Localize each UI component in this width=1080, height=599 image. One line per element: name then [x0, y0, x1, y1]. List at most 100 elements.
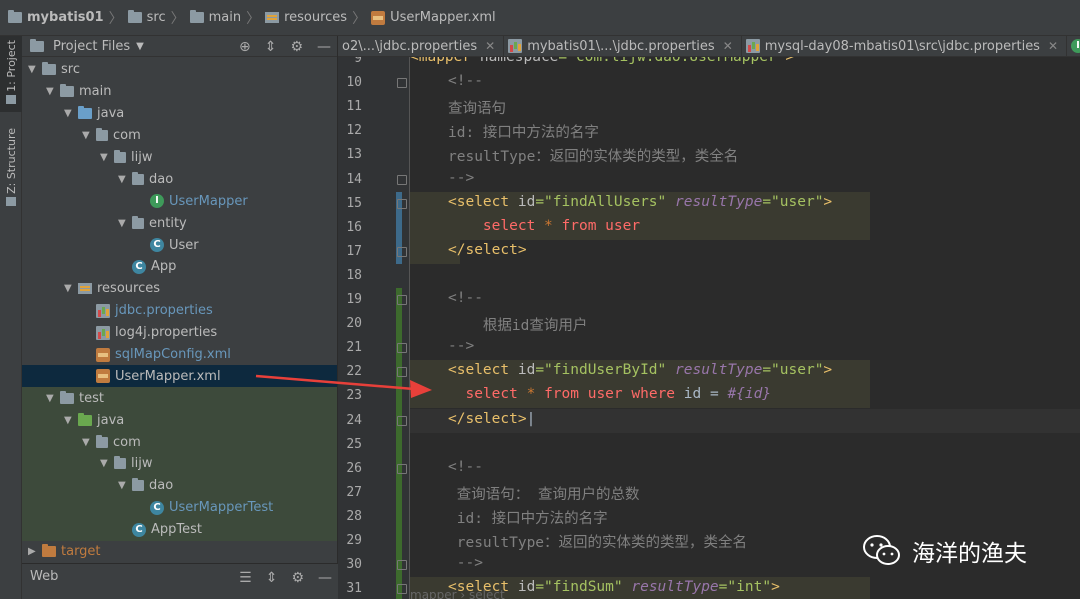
- expand-all-icon[interactable]: ☰: [239, 570, 252, 586]
- fold-marker-icon[interactable]: [397, 295, 407, 305]
- chevron-down-icon[interactable]: ▼: [28, 64, 42, 75]
- fold-marker-icon[interactable]: [397, 584, 407, 595]
- close-icon[interactable]: ✕: [723, 39, 733, 53]
- breadcrumb-item[interactable]: main: [189, 10, 241, 25]
- tree-item[interactable]: ▼ com: [22, 431, 337, 454]
- fold-marker-icon[interactable]: [397, 343, 407, 354]
- code-line[interactable]: resultType：返回的实体类的类型，类全名: [448, 531, 747, 552]
- chevron-down-icon[interactable]: ▼: [118, 218, 132, 229]
- tree-item[interactable]: log4j.properties: [22, 322, 337, 344]
- tree-item[interactable]: C UserMapperTest: [22, 496, 337, 519]
- fold-marker-icon[interactable]: [397, 246, 407, 257]
- breadcrumb-item[interactable]: src: [127, 10, 166, 25]
- tree-item[interactable]: C AppTest: [22, 518, 337, 541]
- structure-tool-tab[interactable]: Z: Structure: [0, 124, 22, 210]
- fold-marker-icon[interactable]: [397, 415, 407, 426]
- code-line[interactable]: <select id="findUserById" resultType="us…: [448, 362, 832, 378]
- tree-item[interactable]: ▼ java: [22, 409, 337, 432]
- tree-item[interactable]: ▼ dao: [22, 168, 337, 190]
- code-line[interactable]: -->: [448, 170, 474, 186]
- breadcrumb-item[interactable]: UserMapper.xml: [371, 10, 496, 25]
- code-line[interactable]: <!--: [448, 73, 483, 89]
- code-line[interactable]: <select id="findAllUsers" resultType="us…: [448, 194, 832, 210]
- code-line[interactable]: 查询语句： 查询用户的总数: [448, 483, 640, 504]
- tree-item[interactable]: ▼ lijw: [22, 147, 337, 169]
- editor-tab[interactable]: IlijwU: [1067, 36, 1080, 56]
- chevron-right-icon[interactable]: ▶: [28, 546, 42, 557]
- code-line[interactable]: -->: [448, 555, 483, 571]
- tree-item[interactable]: sqlMapConfig.xml: [22, 344, 337, 366]
- line-number: 20: [346, 316, 362, 332]
- chevron-down-icon[interactable]: ▼: [64, 415, 78, 426]
- tree-item[interactable]: ▶ target: [22, 541, 337, 563]
- project-panel-title[interactable]: Project Files: [53, 39, 130, 54]
- fold-marker-icon[interactable]: [397, 367, 407, 378]
- line-number: 21: [346, 340, 362, 356]
- fold-marker-icon[interactable]: [397, 174, 407, 185]
- fold-marker-icon[interactable]: [397, 198, 407, 209]
- properties-file-icon: [508, 39, 523, 53]
- collapse-all-icon[interactable]: ⇕: [265, 39, 277, 55]
- breadcrumb-item[interactable]: resources: [265, 10, 347, 25]
- code-line[interactable]: id: 接口中方法的名字: [448, 121, 599, 142]
- test-folder-icon: [78, 412, 92, 426]
- code-line[interactable]: <!--: [448, 459, 483, 475]
- chevron-down-icon[interactable]: ▼: [46, 393, 60, 404]
- chevron-down-icon[interactable]: ▼: [64, 283, 78, 294]
- chevron-down-icon[interactable]: ▼: [100, 458, 114, 469]
- tree-item[interactable]: C User: [22, 234, 337, 256]
- code-line[interactable]: 查询语句: [448, 97, 506, 118]
- tree-item[interactable]: UserMapper.xml: [22, 365, 337, 388]
- fold-marker-icon[interactable]: [397, 463, 407, 474]
- tree-item[interactable]: ▼ com: [22, 125, 337, 147]
- tree-item[interactable]: ▼ lijw: [22, 453, 337, 475]
- code-line[interactable]: id: 接口中方法的名字: [448, 507, 608, 528]
- code-line[interactable]: </select>|: [448, 411, 535, 427]
- breadcrumb-item[interactable]: mybatis01: [8, 10, 104, 25]
- editor-tab[interactable]: mysql-day08-mbatis01\src\jdbc.properties…: [742, 36, 1068, 56]
- tree-item-label: java: [97, 412, 125, 428]
- fold-marker-icon[interactable]: [397, 78, 407, 89]
- gear-icon[interactable]: ⚙: [291, 570, 304, 586]
- tree-item[interactable]: ▼ test: [22, 387, 337, 410]
- chevron-down-icon[interactable]: ▼: [82, 130, 96, 141]
- chevron-down-icon[interactable]: ▼: [136, 41, 144, 52]
- gear-icon[interactable]: ⚙: [290, 39, 303, 55]
- code-line[interactable]: resultType：返回的实体类的类型，类全名: [448, 145, 738, 166]
- code-line[interactable]: <!--: [448, 290, 483, 306]
- tree-item[interactable]: C App: [22, 256, 337, 278]
- code-line[interactable]: 根据id查询用户: [448, 314, 587, 335]
- web-panel-title[interactable]: Web: [30, 569, 58, 584]
- tree-item[interactable]: ▼ resources: [22, 278, 337, 300]
- tree-item[interactable]: ▼ dao: [22, 474, 337, 497]
- collapse-all-icon[interactable]: ⇕: [266, 570, 278, 586]
- editor-tab[interactable]: mybatis01\...\jdbc.properties ✕: [504, 36, 742, 56]
- chevron-down-icon[interactable]: ▼: [64, 108, 78, 119]
- code-line[interactable]: <mapper namespace="com.lijw.dao.UserMapp…: [410, 57, 794, 65]
- code-editor[interactable]: 9 10 11 12 13 14 15 16 17 18 19 20 21 22 23 24 25 26 27 28 2…: [338, 57, 1080, 599]
- close-icon[interactable]: ✕: [485, 39, 495, 53]
- tree-item[interactable]: ▼ src: [22, 59, 337, 81]
- tree-item[interactable]: ▼ entity: [22, 212, 337, 234]
- tree-item[interactable]: ▼ main: [22, 81, 337, 103]
- tree-item[interactable]: jdbc.properties: [22, 300, 337, 322]
- code-line[interactable]: select * from user where id = #{id}: [448, 386, 771, 402]
- chevron-down-icon[interactable]: ▼: [46, 86, 60, 97]
- line-number: 14: [346, 171, 362, 187]
- hide-icon[interactable]: —: [317, 39, 331, 55]
- close-icon[interactable]: ✕: [1048, 39, 1058, 53]
- locate-icon[interactable]: ⊕: [239, 39, 251, 55]
- editor-tab[interactable]: o2\...\jdbc.properties ✕: [338, 36, 505, 56]
- code-line[interactable]: -->: [448, 338, 474, 354]
- code-line[interactable]: </select>: [448, 242, 527, 258]
- fold-marker-icon[interactable]: [397, 560, 407, 571]
- hide-icon[interactable]: —: [318, 570, 332, 586]
- tree-item[interactable]: ▼ java: [22, 103, 337, 125]
- chevron-down-icon[interactable]: ▼: [100, 152, 114, 163]
- code-line[interactable]: select * from user: [448, 218, 640, 234]
- chevron-down-icon[interactable]: ▼: [118, 174, 132, 185]
- chevron-down-icon[interactable]: ▼: [118, 480, 132, 491]
- project-tool-tab[interactable]: 1: Project: [0, 36, 22, 112]
- tree-item[interactable]: I UserMapper: [22, 190, 337, 212]
- chevron-down-icon[interactable]: ▼: [82, 437, 96, 448]
